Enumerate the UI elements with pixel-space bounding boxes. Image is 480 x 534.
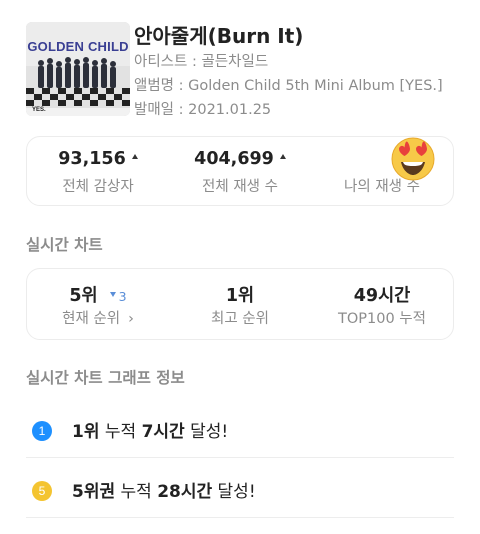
total-listeners-value: 93,156: [58, 149, 126, 169]
album-cover-art: [26, 22, 130, 116]
realtime-chart-card: 5위 3 현재 순위 › 1위 최고 순위 49시간 TOP100 누적: [26, 268, 454, 340]
album-info[interactable]: 앨범명 : Golden Child 5th Mini Album [YES.]: [134, 74, 443, 95]
up-arrow-icon: [131, 153, 138, 159]
heart-eyes-emoji-icon: [391, 137, 435, 181]
total-plays-value: 404,699: [194, 149, 274, 169]
best-rank-value: 1위: [225, 286, 255, 306]
top100-hours-label: TOP100 누적: [338, 311, 426, 327]
total-listeners-stat: 93,156 전체 감상자: [27, 137, 169, 205]
realtime-chart-heading: 실시간 차트: [26, 236, 103, 254]
total-plays-label: 전체 재생 수: [202, 179, 278, 195]
my-plays-stat[interactable]: 나의 재생 수: [311, 137, 453, 205]
rank-5-badge-icon: 5: [32, 481, 52, 501]
album-cover[interactable]: GOLDEN CHILD YES.: [26, 22, 130, 116]
achievement-item: 5 5위권 누적 28시간 달성!: [26, 462, 454, 518]
rank-1-badge-icon: 1: [32, 421, 52, 441]
achievement-text: 5위권 누적 28시간 달성!: [72, 482, 256, 502]
best-rank-label: 최고 순위: [211, 311, 269, 327]
rank-change-value: 3: [118, 289, 127, 304]
current-rank-label: 현재 순위: [62, 311, 121, 327]
current-rank-value: 5위: [69, 286, 98, 306]
total-listeners-label: 전체 감상자: [62, 179, 134, 195]
down-arrow-icon: [109, 291, 116, 297]
chevron-right-icon: ›: [128, 311, 134, 327]
top100-hours-stat: 49시간 TOP100 누적: [311, 269, 453, 339]
artist-info[interactable]: 아티스트 : 골든차일드: [134, 50, 268, 71]
best-rank-stat: 1위 최고 순위: [169, 269, 311, 339]
release-date: 발매일 : 2021.01.25: [134, 102, 272, 118]
up-arrow-icon: [279, 153, 286, 159]
top100-hours-value: 49시간: [353, 286, 411, 306]
achievement-item: 1 1위 누적 7시간 달성!: [26, 402, 454, 458]
current-rank-stat[interactable]: 5위 3 현재 순위 ›: [27, 269, 169, 339]
album-cover-mark: YES.: [32, 107, 46, 113]
total-plays-stat: 404,699 전체 재생 수: [169, 137, 311, 205]
album-cover-logo: GOLDEN CHILD: [27, 39, 129, 54]
chart-graph-info-heading: 실시간 차트 그래프 정보: [26, 369, 185, 387]
listener-stats-card: 93,156 전체 감상자 404,699 전체 재생 수 나의 재생 수: [26, 136, 454, 206]
achievement-text: 1위 누적 7시간 달성!: [72, 422, 229, 442]
song-title: 안아줄게(Burn It): [134, 24, 304, 48]
